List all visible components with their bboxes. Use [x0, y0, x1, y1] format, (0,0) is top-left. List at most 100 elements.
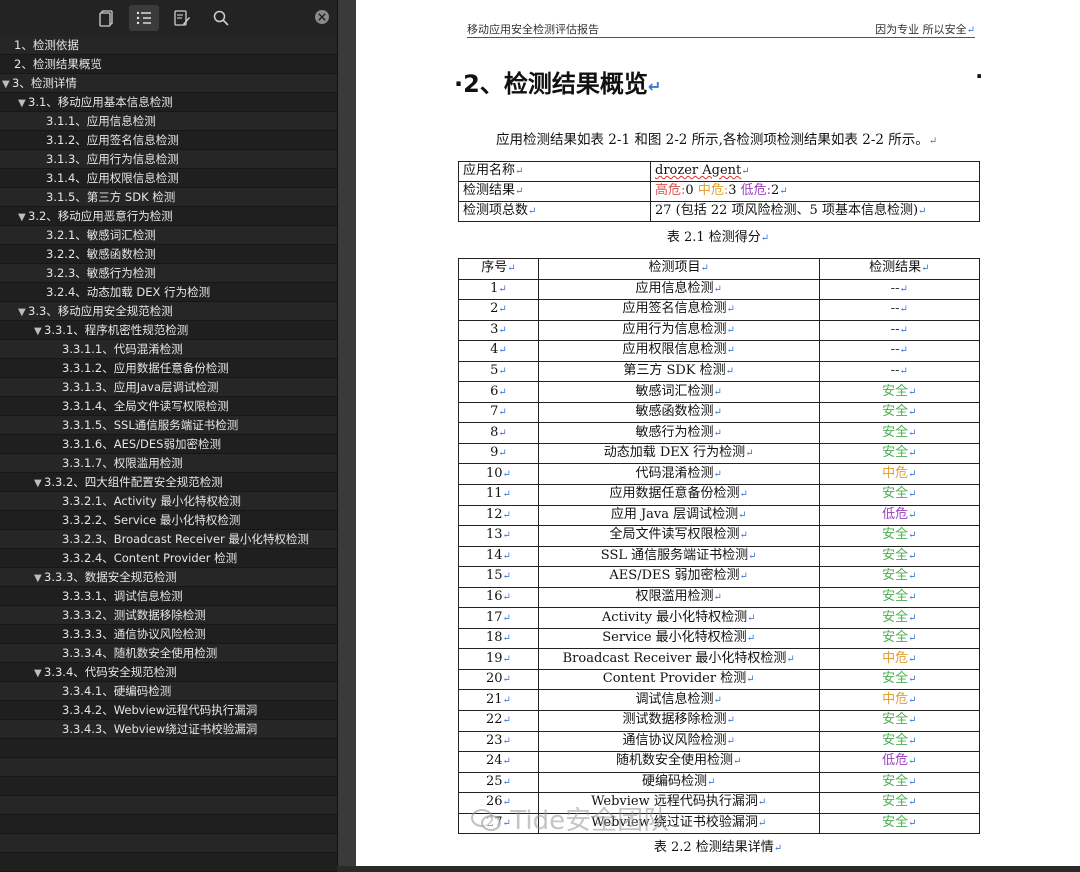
outline-item [0, 739, 337, 758]
cell-result-text: 安全 [882, 404, 909, 420]
outline-item[interactable]: 3.3.3.3、通信协议风险检测 [0, 625, 337, 644]
outline-item-label: 3.3.1.4、全局文件读写权限检测 [62, 399, 229, 413]
outline-item[interactable]: ▼ 3.3.3、数据安全规范检测 [0, 568, 337, 587]
page-header-right: 因为专业 所以安全↵ [875, 21, 975, 37]
low-risk-label: 低危: [740, 183, 772, 198]
outline-item[interactable]: ▼ 3、检测详情 [0, 74, 337, 93]
paragraph-mark-icon: ↵ [966, 25, 975, 36]
disclosure-triangle-icon[interactable]: ▼ [34, 474, 44, 493]
outline-item[interactable]: 3.3.2.2、Service 最小化特权检测 [0, 511, 337, 530]
cell-item-text: 通信协议风险检测 [622, 732, 727, 748]
cell-no: 14↵ [458, 545, 539, 568]
outline-item[interactable]: 3.3.4.1、硬编码检测 [0, 682, 337, 701]
outline-item[interactable]: 3.2.1、敏感词汇检测 [0, 226, 337, 245]
outline-item[interactable]: 3.2.3、敏感行为检测 [0, 264, 337, 283]
search-button[interactable] [206, 5, 236, 31]
paragraph-mark-icon: ↵ [741, 166, 750, 177]
outline-item[interactable]: ▼ 3.3.2、四大组件配置安全规范检测 [0, 473, 337, 492]
cell-no: 1↵ [458, 278, 539, 301]
outline-item[interactable]: 3.3.2.3、Broadcast Receiver 最小化特权检测 [0, 530, 337, 549]
mid-risk-label: 中危: [697, 183, 729, 198]
disclosure-triangle-icon[interactable]: ▼ [18, 208, 28, 227]
outline-item[interactable]: ▼ 3.2、移动应用恶意行为检测 [0, 207, 337, 226]
paragraph-mark-icon: ↵ [726, 345, 735, 357]
summary-table: 应用名称↵ drozer Agent↵ 检测结果↵ 高危:0 中危:3 低危:2… [458, 161, 980, 222]
pane-divider[interactable] [338, 0, 356, 866]
outline-item[interactable]: 3.3.1.4、全局文件读写权限检测 [0, 397, 337, 416]
outline-item[interactable]: 3.3.1.1、代码混淆检测 [0, 340, 337, 359]
cell-no-text: 17 [485, 609, 503, 625]
cell-item-text: Content Provider 检测 [602, 671, 747, 687]
cell-no: 5↵ [458, 360, 539, 383]
outline-item[interactable]: 2、检测结果概览 [0, 55, 337, 74]
annotations-button[interactable] [167, 5, 197, 31]
outline-item-label: 3.3.1.3、应用Java层调试检测 [62, 380, 219, 394]
close-sidebar-button[interactable] [315, 10, 329, 24]
outline-item[interactable]: 3.2.2、敏感函数检测 [0, 245, 337, 264]
cell-no: 3↵ [458, 319, 539, 342]
paragraph-mark-icon: ↵ [725, 366, 735, 377]
cell-result: 低危↵ [818, 504, 981, 527]
cell-result: 安全↵ [818, 545, 981, 568]
outline-item[interactable]: 3.3.1.6、AES/DES弱加密检测 [0, 435, 337, 454]
outline-item[interactable]: 3.3.1.7、权限滥用检测 [0, 454, 337, 473]
outline-item[interactable]: ▼ 3.1、移动应用基本信息检测 [0, 93, 337, 112]
disclosure-triangle-icon[interactable]: ▼ [34, 322, 44, 341]
outline-item[interactable]: 3.3.1.5、SSL通信服务端证书检测 [0, 416, 337, 435]
outline-item[interactable]: 3.3.3.4、随机数安全使用检测 [0, 644, 337, 663]
outline-item-label: 2、检测结果概览 [14, 57, 102, 71]
disclosure-triangle-icon[interactable]: ▼ [2, 75, 12, 94]
outline-item-label: 3.3.2.3、Broadcast Receiver 最小化特权检测 [62, 532, 309, 546]
disclosure-triangle-icon[interactable]: ▼ [18, 94, 28, 113]
outline-item-label: 3.1.1、应用信息检测 [46, 114, 156, 128]
cell-no: 8↵ [458, 422, 539, 444]
thumbnails-button[interactable] [92, 5, 122, 31]
outline-item[interactable]: 3.3.2.1、Activity 最小化特权检测 [0, 492, 337, 511]
outline-item[interactable]: 3.1.1、应用信息检测 [0, 112, 337, 131]
table-row: 5↵ 第三方 SDK 检测↵ --↵ [458, 360, 981, 383]
outline-item[interactable]: 3.3.2.4、Content Provider 检测 [0, 549, 337, 568]
cell-item-text: 动态加载 DEX 行为检测 [603, 445, 746, 461]
outline-item[interactable]: 3.1.2、应用签名信息检测 [0, 131, 337, 150]
page-header-right-text: 因为专业 所以安全 [875, 23, 967, 36]
table-row: 2↵ 应用签名信息检测↵ --↵ [458, 299, 981, 321]
paragraph-mark-icon: ↵ [502, 612, 511, 624]
cell-result-text: 安全 [882, 732, 909, 748]
disclosure-triangle-icon[interactable]: ▼ [18, 303, 28, 322]
cell-item-text: 测试数据移除检测 [622, 712, 727, 728]
outline-item[interactable]: 3.1.4、应用权限信息检测 [0, 169, 337, 188]
table-row: 检测结果↵ 高危:0 中危:3 低危:2↵ [458, 181, 980, 202]
outline-item[interactable]: ▼ 3.3.1、程序机密性规范检测 [0, 321, 337, 340]
outline-item[interactable]: 3.3.4.2、Webview远程代码执行漏洞 [0, 701, 337, 720]
outline-item[interactable]: ▼ 3.3.4、代码安全规范检测 [0, 663, 337, 682]
outline-item[interactable]: 3.3.4.3、Webview绕过证书校验漏洞 [0, 720, 337, 739]
outline-item[interactable]: 3.2.4、动态加载 DEX 行为检测 [0, 283, 337, 302]
outline-item[interactable]: 3.1.3、应用行为信息检测 [0, 150, 337, 169]
outline-item[interactable]: 3.3.3.2、测试数据移除检测 [0, 606, 337, 625]
outline-item[interactable]: ▼ 3.3、移动应用安全规范检测 [0, 302, 337, 321]
outline-item[interactable]: 3.3.3.1、调试信息检测 [0, 587, 337, 606]
outline-button[interactable] [129, 5, 159, 31]
cell-result: --↵ [818, 340, 981, 362]
cell-item: 敏感函数检测↵ [537, 401, 820, 424]
outline-item[interactable]: 3.3.1.2、应用数据任意备份检测 [0, 359, 337, 378]
paragraph-mark-icon: ↵ [908, 468, 917, 480]
outline-item[interactable]: 1、检测依据 [0, 36, 337, 55]
paragraph-mark-icon: ↵ [498, 324, 507, 336]
paragraph-mark-icon: ↵ [773, 843, 783, 854]
disclosure-triangle-icon[interactable]: ▼ [34, 569, 44, 588]
cell-item: 调试信息检测↵ [537, 689, 820, 712]
paragraph-mark-icon: ↵ [502, 715, 511, 727]
paragraph-mark-icon: ↵ [760, 233, 770, 244]
cell-no-text: 12 [485, 506, 503, 522]
table-row: 15↵ AES/DES 弱加密检测↵ 安全↵ [458, 566, 981, 588]
cell-item-text: AES/DES 弱加密检测 [609, 568, 740, 584]
disclosure-triangle-icon[interactable]: ▼ [34, 664, 44, 683]
outline-list: 1、检测依据 2、检测结果概览 ▼ 3、检测详情 ▼ 3.1、移动应用基本信息检测 3.1.… [0, 36, 337, 872]
outline-item-label: 3.3.1.7、权限滥用检测 [62, 456, 183, 470]
cell-result-text: 低危 [882, 506, 909, 522]
page-header-left: 移动应用安全检测评估报告 [467, 23, 599, 36]
outline-item[interactable]: 3.3.1.3、应用Java层调试检测 [0, 378, 337, 397]
outline-item[interactable]: 3.1.5、第三方 SDK 检测 [0, 188, 337, 207]
paragraph-mark-icon: ↵ [726, 324, 735, 336]
